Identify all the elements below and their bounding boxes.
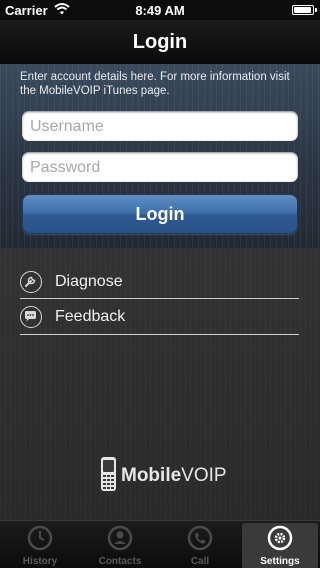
battery-icon: [292, 5, 317, 15]
menu-divider: [20, 298, 299, 299]
feedback-label: Feedback: [55, 308, 126, 325]
tab-history-label: History: [22, 556, 58, 567]
password-input[interactable]: [28, 152, 296, 184]
status-time: 8:49 AM: [135, 3, 185, 18]
menu-divider: [20, 334, 299, 335]
gear-icon: [267, 525, 293, 556]
username-input[interactable]: [28, 111, 296, 143]
app-screen: Carrier 8:49 AM Login Enter account deta…: [0, 0, 320, 568]
login-info-text: Enter account details here. For more inf…: [20, 71, 290, 97]
speech-bubble-icon: [20, 306, 42, 328]
logo-text-bold: Mobile: [121, 465, 182, 486]
navigation-bar: Login: [0, 20, 320, 65]
tab-call-label: Call: [190, 556, 210, 567]
feedback-menu-item[interactable]: Feedback: [20, 301, 299, 335]
page-title: Login: [132, 31, 188, 53]
tab-contacts[interactable]: Contacts: [80, 521, 160, 568]
mobile-phone-icon: [100, 456, 117, 497]
status-bar: Carrier 8:49 AM: [0, 0, 320, 20]
clock-icon: [27, 525, 53, 556]
login-button[interactable]: Login: [22, 194, 298, 234]
tab-call[interactable]: Call: [160, 521, 240, 568]
mobilevoip-logo: MobileVOIP: [100, 456, 230, 492]
battery-level-fill: [294, 7, 311, 13]
username-field[interactable]: [22, 111, 298, 143]
person-icon: [107, 525, 133, 556]
phone-icon: [187, 525, 213, 556]
logo-text: MobileVOIP: [121, 465, 227, 487]
diagnose-menu-item[interactable]: Diagnose: [20, 266, 299, 300]
tab-settings-label: Settings: [260, 556, 300, 567]
tab-contacts-label: Contacts: [98, 556, 142, 567]
logo-text-regular: VOIP: [181, 465, 227, 486]
password-field[interactable]: [22, 152, 298, 184]
diagnose-label: Diagnose: [55, 273, 123, 290]
tab-settings[interactable]: Settings: [242, 523, 318, 568]
wrench-icon: [20, 271, 42, 293]
tab-bar: History Contacts Call Settings: [0, 520, 320, 568]
tab-history[interactable]: History: [0, 521, 80, 568]
